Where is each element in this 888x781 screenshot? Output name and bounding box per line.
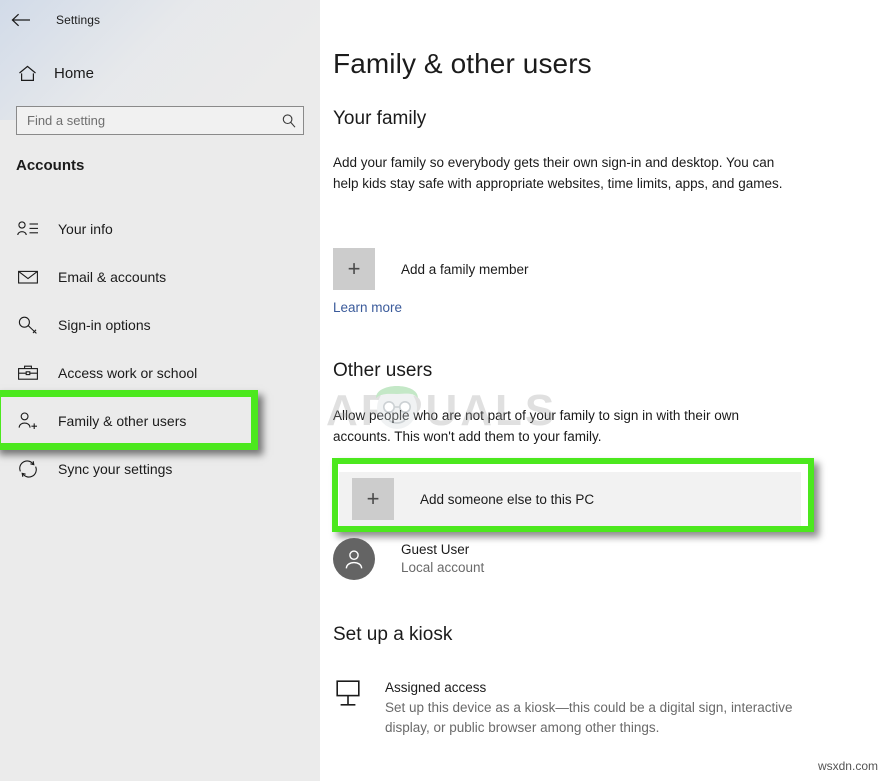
sidebar-item-label: Your info — [58, 221, 113, 237]
person-avatar-icon — [333, 538, 375, 580]
search-input[interactable] — [17, 107, 275, 134]
user-info-icon — [16, 217, 40, 241]
plus-glyph: + — [367, 488, 380, 510]
plus-icon: + — [352, 478, 394, 520]
home-icon — [16, 62, 38, 84]
add-user-icon — [16, 409, 40, 433]
user-account-text: Guest User Local account — [401, 541, 484, 577]
search-box[interactable] — [16, 106, 304, 135]
your-family-heading: Your family — [333, 108, 426, 130]
assigned-access-row[interactable]: Assigned access Set up this device as a … — [333, 678, 803, 738]
plus-glyph: + — [348, 258, 361, 280]
briefcase-icon — [16, 361, 40, 385]
key-icon — [16, 313, 40, 337]
sidebar-item-your-info[interactable]: Your info — [0, 205, 320, 253]
sidebar-item-label: Family & other users — [58, 413, 186, 429]
sidebar-item-family-other-users[interactable]: Family & other users — [0, 397, 320, 445]
settings-window: Settings Home Accounts — [0, 0, 888, 781]
your-family-description: Add your family so everybody gets their … — [333, 152, 793, 194]
user-account-name: Guest User — [401, 541, 484, 559]
title-bar: Settings — [0, 5, 320, 35]
assigned-access-description: Set up this device as a kiosk—this could… — [385, 698, 803, 738]
add-family-member-label: Add a family member — [401, 262, 529, 277]
other-users-heading: Other users — [333, 360, 432, 382]
kiosk-display-icon — [333, 679, 363, 709]
page-title: Family & other users — [333, 48, 592, 80]
sidebar-item-label: Email & accounts — [58, 269, 166, 285]
kiosk-heading: Set up a kiosk — [333, 624, 452, 646]
user-account-type: Local account — [401, 559, 484, 577]
sidebar-item-label: Sign-in options — [58, 317, 151, 333]
sidebar-nav: Your info Email & accounts — [0, 205, 320, 493]
plus-icon: + — [333, 248, 375, 290]
home-label: Home — [54, 65, 94, 82]
other-users-description: Allow people who are not part of your fa… — [333, 405, 783, 447]
sidebar-category-title: Accounts — [16, 157, 84, 174]
user-account-row[interactable]: Guest User Local account — [333, 538, 484, 580]
sidebar-item-sign-in-options[interactable]: Sign-in options — [0, 301, 320, 349]
assigned-access-title: Assigned access — [385, 678, 803, 698]
sidebar-item-label: Access work or school — [58, 365, 197, 381]
learn-more-link[interactable]: Learn more — [333, 300, 402, 315]
add-someone-else-label: Add someone else to this PC — [420, 492, 594, 507]
add-family-member-button[interactable]: + Add a family member — [333, 244, 763, 294]
search-icon[interactable] — [275, 113, 303, 129]
sync-icon — [16, 457, 40, 481]
sidebar-item-home[interactable]: Home — [0, 60, 320, 86]
content-pane: Family & other users Your family Add you… — [320, 0, 888, 781]
sidebar-item-email-accounts[interactable]: Email & accounts — [0, 253, 320, 301]
sidebar-item-sync-settings[interactable]: Sync your settings — [0, 445, 320, 493]
sidebar: Settings Home Accounts — [0, 0, 320, 781]
sidebar-item-label: Sync your settings — [58, 461, 172, 477]
app-title: Settings — [56, 13, 100, 27]
assigned-access-text: Assigned access Set up this device as a … — [385, 678, 803, 738]
sidebar-item-access-work-school[interactable]: Access work or school — [0, 349, 320, 397]
add-someone-else-button[interactable]: + Add someone else to this PC — [339, 472, 801, 526]
back-arrow-icon[interactable] — [0, 5, 42, 35]
envelope-icon — [16, 265, 40, 289]
highlight-box-add-someone: + Add someone else to this PC — [332, 458, 814, 532]
corner-watermark: wsxdn.com — [818, 759, 878, 773]
